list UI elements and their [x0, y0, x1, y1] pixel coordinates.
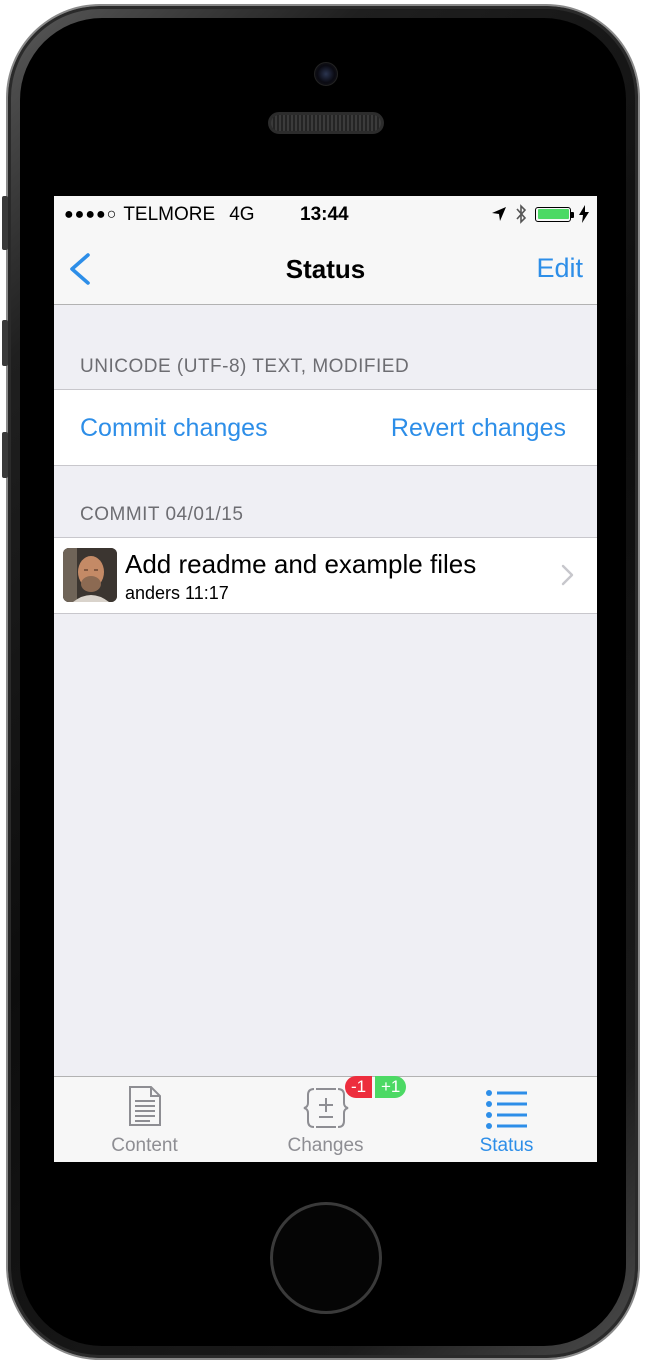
tab-bar: Content Changes -1 +1 Status [54, 1076, 597, 1162]
revert-changes-button[interactable]: Revert changes [391, 414, 566, 443]
bluetooth-icon [516, 204, 527, 224]
diff-icon [303, 1088, 348, 1128]
network-type: 4G [229, 204, 255, 225]
page-title: Status [285, 254, 366, 284]
file-status-header: UNICODE (UTF-8) TEXT, MODIFIED [80, 356, 410, 377]
deletions-badge: -1 [345, 1076, 373, 1098]
location-arrow-icon [492, 207, 506, 221]
status-bar: ●●●●○ TELMORE 4G 13:44 [54, 196, 597, 234]
additions-badge: +1 [375, 1076, 407, 1098]
signal-strength: ●●●●○ [64, 206, 118, 223]
commit-changes-button[interactable]: Commit changes [80, 414, 268, 443]
tab-changes-label: Changes [287, 1135, 364, 1156]
charging-bolt-icon [579, 205, 589, 223]
tab-content[interactable]: Content [54, 1077, 235, 1162]
file-actions-group: Commit changes Revert changes [54, 389, 597, 466]
screen: ●●●●○ TELMORE 4G 13:44 Status Edit UNICO… [54, 196, 597, 1162]
commit-title: Add readme and example files [125, 549, 477, 579]
tab-status-label: Status [479, 1135, 534, 1156]
commit-author-time: anders 11:17 [125, 583, 229, 603]
avatar [63, 548, 117, 602]
battery-level [537, 209, 569, 219]
commit-section-header: COMMIT 04/01/15 [80, 504, 244, 525]
front-camera [314, 62, 338, 86]
tab-status[interactable]: Status [416, 1077, 597, 1162]
earpiece-speaker [268, 112, 384, 134]
clock: 13:44 [300, 204, 349, 225]
list-icon [485, 1090, 527, 1129]
carrier-name: TELMORE [123, 204, 216, 225]
volume-up-button [2, 320, 8, 366]
author-photo [63, 548, 117, 602]
navigation-bar: Status Edit [54, 234, 597, 305]
volume-down-button [2, 432, 8, 478]
edit-button[interactable]: Edit [536, 253, 583, 284]
home-button[interactable] [270, 1202, 382, 1314]
tab-content-label: Content [111, 1135, 178, 1156]
document-icon [128, 1086, 161, 1126]
battery-icon [535, 206, 574, 222]
commit-row[interactable]: Add readme and example files anders 11:1… [54, 537, 597, 614]
chevron-right-icon [561, 564, 574, 586]
mute-switch [2, 196, 8, 250]
